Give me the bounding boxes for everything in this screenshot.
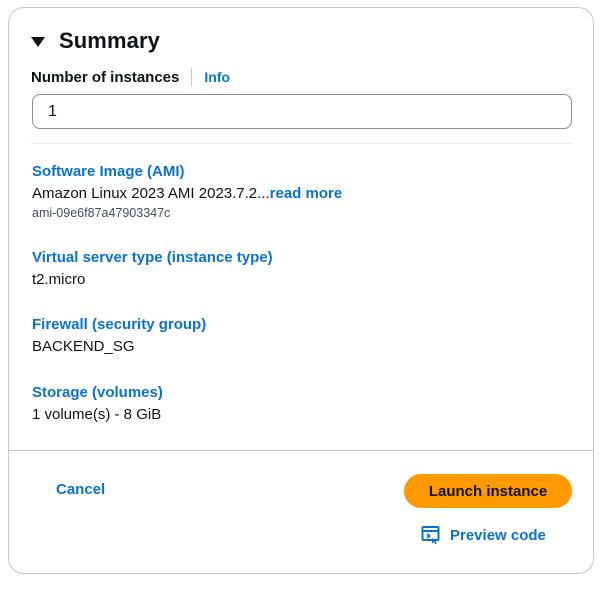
launch-instance-button[interactable]: Launch instance (404, 474, 572, 508)
preview-code-button[interactable]: Preview code (421, 525, 546, 545)
divider (31, 143, 572, 144)
software-image-section: Software Image (AMI) Amazon Linux 2023 A… (32, 163, 342, 220)
summary-title: Summary (59, 28, 160, 53)
instance-type-section: Virtual server type (instance type) t2.m… (32, 249, 273, 288)
preview-code-label: Preview code (450, 526, 546, 544)
number-of-instances-row: Number of instances Info (31, 68, 230, 86)
instance-type-link[interactable]: Virtual server type (instance type) (32, 249, 273, 266)
storage-link[interactable]: Storage (volumes) (32, 384, 163, 401)
launch-instance-label: Launch instance (428, 482, 548, 500)
caret-down-icon[interactable] (31, 37, 45, 47)
info-link[interactable]: Info (204, 69, 230, 85)
firewall-section: Firewall (security group) BACKEND_SG (32, 316, 206, 355)
software-image-link[interactable]: Software Image (AMI) (32, 163, 342, 180)
label-separator (191, 68, 193, 86)
summary-panel: Summary Number of instances Info Softwar… (8, 7, 594, 574)
software-image-value: Amazon Linux 2023 AMI 2023.7.2...read mo… (32, 185, 342, 202)
storage-section: Storage (volumes) 1 volume(s) - 8 GiB (32, 384, 163, 423)
firewall-link[interactable]: Firewall (security group) (32, 316, 206, 333)
cancel-button[interactable]: Cancel (56, 481, 105, 498)
ami-name: Amazon Linux 2023 AMI 2023.7.2... (32, 185, 270, 202)
instance-type-value: t2.micro (32, 271, 86, 288)
footer-divider (9, 450, 593, 451)
ami-id: ami-09e6f87a47903347c (32, 206, 171, 220)
number-of-instances-label: Number of instances (31, 68, 180, 86)
number-of-instances-input[interactable] (32, 94, 572, 129)
read-more-link[interactable]: read more (270, 185, 343, 202)
storage-value: 1 volume(s) - 8 GiB (32, 406, 162, 423)
firewall-value: BACKEND_SG (32, 338, 135, 355)
code-preview-icon (421, 526, 440, 545)
summary-header[interactable]: Summary (31, 28, 160, 54)
